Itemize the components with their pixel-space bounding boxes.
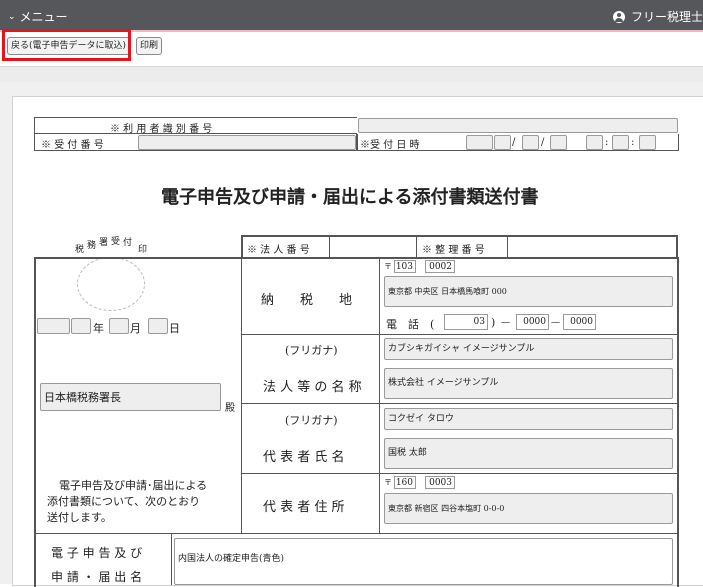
rep-address-field[interactable]: 東京都 新宿区 四谷本塩町 0-0-0 bbox=[384, 493, 673, 524]
top-bar: ⌄ メニュー フリー税理士 bbox=[0, 0, 703, 30]
corp-kana-field[interactable]: カブシキガイシャ イメージサンプル bbox=[384, 338, 673, 360]
year-label: 年 bbox=[93, 322, 104, 335]
phone-dash: — bbox=[501, 318, 510, 328]
user-id-label: ※ 利 用 者 識 別 番 号 bbox=[110, 124, 213, 135]
tax-place-label: 納 税 地 bbox=[261, 293, 353, 308]
submit-year-field[interactable] bbox=[37, 318, 70, 334]
user-id-label-cell: ※ 利 用 者 識 別 番 号 bbox=[34, 117, 357, 135]
stamp-label: 受 bbox=[111, 237, 121, 247]
divider bbox=[507, 236, 508, 257]
zip2-field[interactable]: 0002 bbox=[425, 260, 455, 273]
corp-name-field[interactable]: 株式会社 イメージサンプル bbox=[384, 368, 673, 399]
receipt-year2-field[interactable] bbox=[494, 135, 511, 150]
rep-name-label: 代 表 者 氏 名 bbox=[263, 450, 345, 465]
honorific-label: 殿 bbox=[225, 403, 235, 414]
user-menu[interactable]: フリー税理士 bbox=[612, 8, 703, 25]
divider bbox=[416, 236, 417, 257]
stamp-label: 務 bbox=[87, 241, 97, 251]
phone-dash: — bbox=[551, 318, 560, 328]
rep-name-field[interactable]: 国税 太郎 bbox=[384, 438, 673, 469]
menu-toggle[interactable]: ⌄ メニュー bbox=[8, 8, 68, 25]
divider bbox=[242, 473, 679, 474]
rep-zip1-field[interactable]: 160 bbox=[394, 476, 416, 489]
rep-address-label: 代 表 者 住 所 bbox=[263, 500, 345, 515]
ref-no-label: ※ 整 理 番 号 bbox=[422, 245, 485, 256]
form-title: 電子申告及び申請・届出による添付書類送付書 bbox=[161, 187, 539, 208]
rep-kana-field[interactable]: コクゼイ タロウ bbox=[384, 408, 673, 430]
month-label: 月 bbox=[130, 322, 141, 335]
zip1-field[interactable]: 103 bbox=[394, 260, 416, 273]
divider bbox=[242, 334, 679, 335]
menu-label: メニュー bbox=[19, 10, 68, 24]
section-band bbox=[0, 66, 703, 83]
receipt-no-label: ※ 受 付 番 号 bbox=[41, 140, 104, 151]
corp-name-label: 法 人 等 の 名 称 bbox=[263, 380, 362, 395]
chevron-down-icon: ⌄ bbox=[8, 11, 16, 22]
furigana-label: (フリガナ) bbox=[285, 414, 338, 427]
phone-last-field[interactable]: 0000 bbox=[563, 314, 596, 330]
rep-zip2-field[interactable]: 0003 bbox=[425, 476, 455, 489]
user-id-field[interactable] bbox=[358, 118, 678, 133]
receipt-day-field[interactable] bbox=[550, 135, 567, 150]
intro-text: 送付します。 bbox=[47, 511, 112, 524]
tax-address-field[interactable]: 東京都 中央区 日本橋馬喰町 000 bbox=[384, 276, 673, 307]
stamp-label: 付 bbox=[123, 238, 133, 248]
receipt-second-field[interactable] bbox=[639, 135, 656, 150]
postal-mark: 〒 bbox=[384, 478, 392, 487]
phone-area-field[interactable]: 03 bbox=[444, 314, 488, 330]
print-button[interactable]: 印刷 bbox=[136, 37, 163, 55]
user-label: フリー税理士 bbox=[630, 10, 703, 24]
divider bbox=[379, 257, 380, 533]
submit-day-field[interactable] bbox=[148, 318, 168, 334]
submit-year2-field[interactable] bbox=[71, 318, 91, 334]
submit-month-field[interactable] bbox=[109, 318, 129, 334]
receipt-date-label: ※受 付 日 時 bbox=[360, 140, 420, 151]
receipt-hour-field[interactable] bbox=[586, 135, 603, 150]
form-paper: ※ 利 用 者 識 別 番 号 ※ 受 付 番 号 ※受 付 日 時 / / :… bbox=[12, 96, 703, 587]
divider bbox=[241, 257, 242, 533]
divider bbox=[35, 533, 679, 534]
stamp-label: 税 bbox=[75, 245, 85, 255]
user-icon bbox=[612, 10, 625, 23]
day-label: 日 bbox=[169, 322, 180, 335]
furigana-label: (フリガナ) bbox=[285, 344, 338, 357]
divider bbox=[329, 236, 330, 257]
phone-close: ) bbox=[491, 316, 496, 329]
time-separator: : bbox=[631, 137, 635, 148]
app-name-field[interactable]: 内国法人の確定申告(青色) bbox=[174, 538, 673, 585]
receipt-no-field[interactable] bbox=[138, 135, 356, 150]
phone-mid-field[interactable]: 0000 bbox=[516, 314, 549, 330]
postal-mark: 〒 bbox=[384, 262, 392, 271]
divider bbox=[242, 403, 679, 404]
phone-label: 電 話 ( bbox=[386, 318, 435, 331]
app-name-label: 申 請 ・ 届 出 名 bbox=[51, 570, 143, 584]
intro-text: 添付書類について、次のとおり bbox=[47, 495, 201, 508]
highlight-box bbox=[2, 29, 131, 61]
time-separator: : bbox=[605, 137, 609, 148]
intro-text: 電子申告及び申請･届出による bbox=[59, 479, 208, 492]
tax-office-field[interactable]: 日本橋税務署長 bbox=[40, 383, 221, 411]
date-separator: / bbox=[512, 137, 516, 148]
stamp-label: 印 bbox=[138, 245, 148, 255]
date-separator: / bbox=[541, 137, 545, 148]
divider bbox=[171, 533, 172, 585]
app-name-label: 電 子 申 告 及 び bbox=[51, 546, 143, 560]
receipt-month-field[interactable] bbox=[522, 135, 539, 150]
stamp-label: 署 bbox=[99, 238, 109, 248]
corp-no-label: ※ 法 人 番 号 bbox=[247, 245, 310, 256]
receipt-minute-field[interactable] bbox=[612, 135, 629, 150]
receipt-year-field[interactable] bbox=[466, 135, 493, 150]
